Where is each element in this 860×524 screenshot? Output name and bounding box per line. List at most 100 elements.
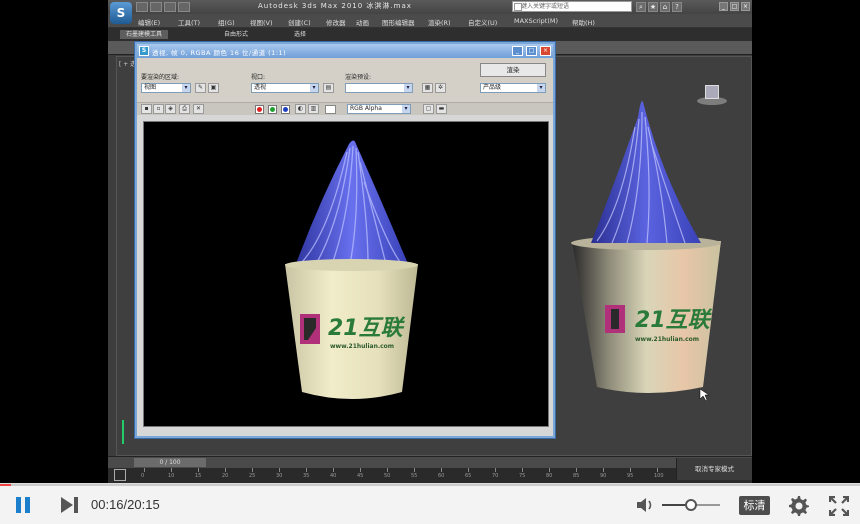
video-player-controls: 00:16/20:15 标清: [0, 483, 860, 524]
clear-icon[interactable]: ✕: [193, 104, 204, 114]
qa-open-icon[interactable]: [150, 2, 162, 12]
auto-region-icon[interactable]: ▣: [208, 83, 219, 93]
menu-group[interactable]: 组(G): [218, 17, 235, 27]
title-bar: Autodesk 3ds Max 2010 冰淇淋.max 键入关键字或短语 ⌕…: [108, 0, 752, 14]
info-center-toolbar: ⌕ ★ ⌂ ?: [636, 2, 682, 12]
home-icon[interactable]: ⌂: [660, 2, 670, 12]
volume-knob[interactable]: [685, 499, 697, 511]
rendered-image: 21互联 www.21hulian.com: [143, 121, 549, 427]
menu-customize[interactable]: 自定义(U): [468, 17, 497, 27]
volume-slider[interactable]: [662, 499, 720, 511]
minimize-icon[interactable]: _: [719, 2, 728, 11]
video-stage[interactable]: Autodesk 3ds Max 2010 冰淇淋.max 键入关键字或短语 ⌕…: [0, 0, 860, 483]
timeline-tick: [468, 468, 469, 472]
pause-icon[interactable]: [16, 497, 34, 513]
viewcube[interactable]: [697, 83, 727, 107]
volume-icon[interactable]: [636, 497, 656, 513]
expert-mode-button[interactable]: 取消专家模式: [676, 458, 752, 480]
print-icon[interactable]: ⎙: [179, 104, 190, 114]
qa-save-icon[interactable]: [164, 2, 176, 12]
render-setup-icon[interactable]: ▦: [422, 83, 433, 93]
production-select[interactable]: 产品级: [480, 83, 546, 93]
lock-viewport-icon[interactable]: ▤: [323, 83, 334, 93]
menu-modifiers[interactable]: 修改器: [326, 17, 346, 27]
timeline-tick-label: 25: [249, 473, 256, 479]
render-maximize-icon[interactable]: □: [526, 46, 537, 56]
edit-region-icon[interactable]: ✎: [195, 83, 206, 93]
timeline-tick-label: 45: [357, 473, 364, 479]
logo-text: 21互联: [328, 316, 406, 341]
menu-views[interactable]: 视图(V): [250, 17, 273, 27]
timeline-tick: [522, 468, 523, 472]
key-filter-icon[interactable]: [114, 469, 126, 481]
render-minimize-icon[interactable]: _: [512, 46, 523, 56]
tab-selection[interactable]: 选择: [288, 30, 312, 39]
fullscreen-icon[interactable]: [829, 496, 849, 516]
copy-image-icon[interactable]: ▫: [153, 104, 164, 114]
timeline-tick-label: 80: [546, 473, 553, 479]
close-icon[interactable]: ×: [741, 2, 750, 11]
app-logo[interactable]: S: [110, 2, 132, 24]
timeline-tick: [306, 468, 307, 472]
menu-rendering[interactable]: 渲染(R): [428, 17, 451, 27]
timeline-tick: [603, 468, 604, 472]
menu-animation[interactable]: 动画: [356, 17, 369, 27]
timeline-tick: [495, 468, 496, 472]
timeline-tick: [225, 468, 226, 472]
menu-graph-editors[interactable]: 图形编辑器: [382, 17, 415, 27]
qa-undo-icon[interactable]: [178, 2, 190, 12]
mono-icon[interactable]: ▥: [308, 104, 319, 114]
menu-tools[interactable]: 工具(T): [178, 17, 200, 27]
timeline-tick-label: 15: [195, 473, 202, 479]
render-toolbar: ▪ ▫ ◈ ⎙ ✕ ◐ ▥ RGB Alpha ▢ ▬: [137, 102, 553, 115]
menu-create[interactable]: 创建(C): [288, 17, 311, 27]
timeline-tick: [144, 468, 145, 472]
timeline-tick-label: 100: [654, 473, 664, 479]
color-swatch[interactable]: [325, 105, 336, 114]
menu-edit[interactable]: 编辑(E): [138, 17, 160, 27]
blue-channel-toggle[interactable]: [281, 105, 290, 114]
search-input[interactable]: 键入关键字或短语: [512, 1, 632, 12]
preset-select[interactable]: [345, 83, 413, 93]
maximize-icon[interactable]: □: [730, 2, 739, 11]
help-icon[interactable]: ?: [672, 2, 682, 12]
timeline-tick-label: 95: [627, 473, 634, 479]
render-window-titlebar[interactable]: S 透视, 帧 0, RGBA 颜色 16 位/通道 (1:1) _ □ ×: [137, 44, 553, 58]
quality-button[interactable]: 标清: [739, 496, 770, 515]
tab-freeform[interactable]: 自由形式: [218, 30, 254, 39]
timeline-tick-label: 40: [330, 473, 337, 479]
red-channel-toggle[interactable]: [255, 105, 264, 114]
environment-icon[interactable]: ✲: [435, 83, 446, 93]
next-icon[interactable]: [59, 497, 81, 513]
menu-maxscript[interactable]: MAXScript(M): [514, 17, 558, 25]
timeline-tick-label: 65: [465, 473, 472, 479]
timeline-tick: [198, 468, 199, 472]
subscription-icon[interactable]: ★: [648, 2, 658, 12]
timeline-tick: [657, 468, 658, 472]
timeline-tick: [414, 468, 415, 472]
area-select[interactable]: 视图: [141, 83, 191, 93]
clone-frame-icon[interactable]: ◈: [165, 104, 176, 114]
render-close-icon[interactable]: ×: [540, 46, 551, 56]
green-channel-toggle[interactable]: [268, 105, 277, 114]
toggle-ui-overlay-icon[interactable]: ▢: [423, 104, 434, 114]
progress-bar[interactable]: [0, 484, 860, 486]
search-icon[interactable]: ⌕: [636, 2, 646, 12]
timeline-tick-label: 50: [384, 473, 391, 479]
settings-gear-icon[interactable]: [789, 496, 809, 516]
channel-select[interactable]: RGB Alpha: [347, 104, 411, 114]
alpha-channel-icon[interactable]: ◐: [295, 104, 306, 114]
render-button[interactable]: 渲染: [480, 63, 546, 77]
save-image-icon[interactable]: ▪: [141, 104, 152, 114]
timeline-tick: [387, 468, 388, 472]
timeline-tick-label: 70: [492, 473, 499, 479]
tab-graphite-modeling[interactable]: 石墨建模工具: [120, 30, 169, 39]
toggle-ui-icon[interactable]: ▬: [436, 104, 447, 114]
time-slider[interactable]: 0 / 100: [108, 456, 752, 468]
viewport-select[interactable]: 透视: [251, 83, 319, 93]
menu-help[interactable]: 帮助(H): [572, 17, 595, 27]
timeline-track[interactable]: 0 10 15 20 25 30 35 40 45 50 55 60 65 70 75 80 85 90 95 100: [108, 468, 752, 483]
timeline-tick-label: 30: [276, 473, 283, 479]
frame-counter[interactable]: 0 / 100: [134, 458, 206, 467]
qa-new-icon[interactable]: [136, 2, 148, 12]
